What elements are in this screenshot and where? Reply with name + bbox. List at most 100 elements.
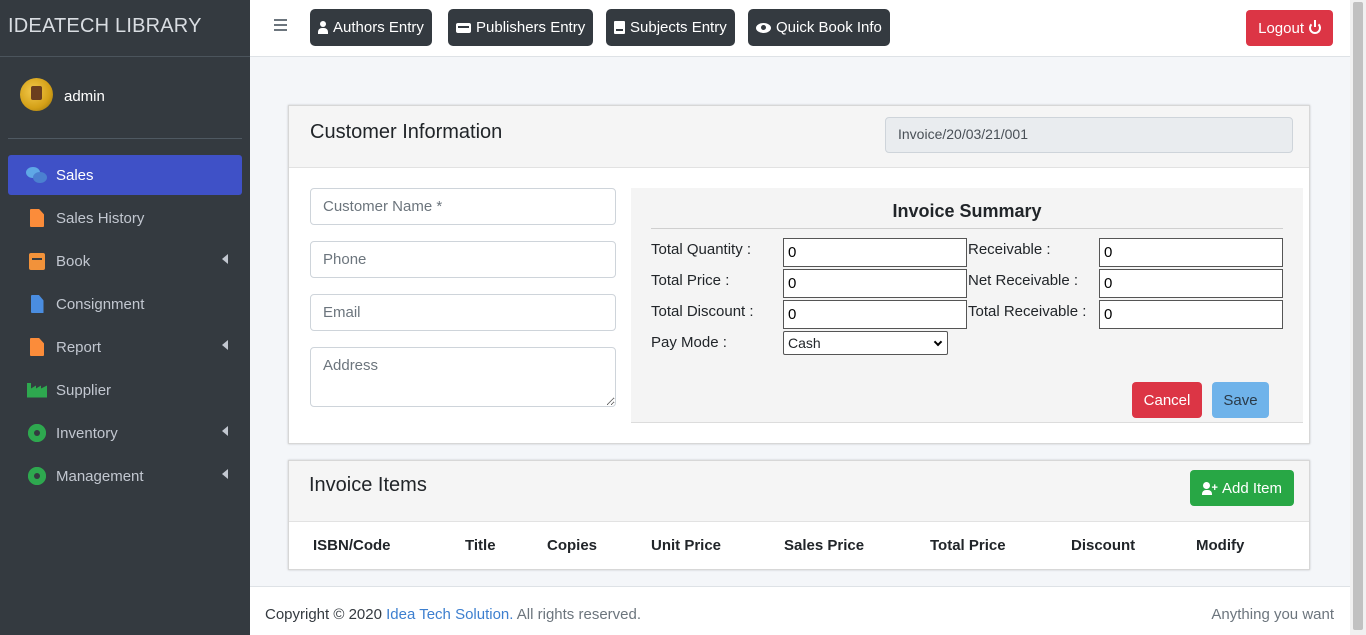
save-button[interactable]: Save xyxy=(1212,382,1269,418)
sidebar-item-label: Management xyxy=(56,467,144,485)
total-price-input[interactable] xyxy=(783,269,967,298)
document-icon xyxy=(26,208,48,228)
user-name[interactable]: admin xyxy=(64,88,105,105)
publishers-entry-label: Publishers Entry xyxy=(476,19,586,36)
sidebar-item-book[interactable]: Book xyxy=(8,241,242,281)
sidebar-item-report[interactable]: Report xyxy=(8,327,242,367)
total-quantity-input[interactable] xyxy=(783,238,967,267)
eye-icon xyxy=(756,22,771,33)
invoice-number-field: Invoice/20/03/21/001 xyxy=(885,117,1293,153)
authors-entry-button[interactable]: Authors Entry xyxy=(310,9,432,46)
menu-icon[interactable] xyxy=(274,19,287,31)
copyright-text: Copyright © 2020 xyxy=(265,606,382,623)
phone-input[interactable] xyxy=(310,241,616,278)
sidebar-nav: Sales Sales History Book Consignment Rep… xyxy=(0,139,250,496)
chevron-left-icon xyxy=(222,426,228,436)
footer-copyright: Copyright © 2020 Idea Tech Solution. All… xyxy=(265,606,641,623)
net-receivable-label: Net Receivable : xyxy=(968,272,1079,289)
customer-info-header: Customer Information Invoice/20/03/21/00… xyxy=(289,106,1309,168)
document-icon xyxy=(26,337,48,357)
invoice-summary-panel: Invoice Summary Total Quantity : Receiva… xyxy=(631,188,1303,423)
sidebar-item-label: Consignment xyxy=(56,295,145,313)
pay-mode-label: Pay Mode : xyxy=(651,334,727,351)
invoice-summary-title: Invoice Summary xyxy=(651,201,1283,229)
sidebar-item-consignment[interactable]: Consignment xyxy=(8,284,242,324)
invoice-items-title: Invoice Items xyxy=(309,474,427,496)
column-header-title: Title xyxy=(465,537,496,554)
rights-text: All rights reserved. xyxy=(513,606,642,623)
brand-title[interactable]: IDEATECH LIBRARY xyxy=(0,0,250,57)
book-icon xyxy=(26,251,48,271)
sidebar-item-management[interactable]: Management xyxy=(8,456,242,496)
sidebar-item-label: Sales History xyxy=(56,209,145,227)
gear-icon xyxy=(26,423,48,443)
top-navbar: Authors Entry Publishers Entry Subjects … xyxy=(250,0,1350,57)
logout-label: Logout xyxy=(1258,19,1304,37)
total-price-label: Total Price : xyxy=(651,272,730,289)
column-header-discount: Discount xyxy=(1071,537,1136,554)
user-plus-icon: + xyxy=(1201,481,1218,495)
chevron-left-icon xyxy=(222,340,228,350)
column-header-copies: Copies xyxy=(547,537,598,554)
chevron-left-icon xyxy=(222,469,228,479)
column-header-total-price: Total Price xyxy=(930,537,1006,554)
sidebar-item-label: Book xyxy=(56,252,91,270)
file-dollar-icon xyxy=(26,294,48,314)
id-card-icon xyxy=(456,22,471,33)
add-item-button[interactable]: + Add Item xyxy=(1189,470,1294,506)
page-scrollbar[interactable] xyxy=(1350,0,1366,635)
invoice-items-header: Invoice Items + Add Item xyxy=(289,461,1309,522)
chevron-left-icon xyxy=(222,254,228,264)
pay-mode-select[interactable]: Cash xyxy=(783,331,948,355)
email-input[interactable] xyxy=(310,294,616,331)
sidebar-item-label: Supplier xyxy=(56,381,112,399)
pay-mode-value: Cash xyxy=(788,335,821,351)
sidebar-item-label: Report xyxy=(56,338,102,356)
gear-icon xyxy=(26,466,48,486)
footer: Copyright © 2020 Idea Tech Solution. All… xyxy=(250,586,1350,635)
column-header-unit-price: Unit Price xyxy=(651,537,722,554)
total-quantity-label: Total Quantity : xyxy=(651,241,752,258)
sidebar-item-supplier[interactable]: Supplier xyxy=(8,370,242,410)
column-header-isbn: ISBN/Code xyxy=(313,537,391,554)
publishers-entry-button[interactable]: Publishers Entry xyxy=(448,9,594,46)
column-header-sales-price: Sales Price xyxy=(784,537,865,554)
total-receivable-label: Total Receivable : xyxy=(968,303,1087,320)
invoice-items-card: Invoice Items + Add Item ISBN/Code Title… xyxy=(288,460,1310,570)
customer-name-input[interactable] xyxy=(310,188,616,225)
total-receivable-input[interactable] xyxy=(1099,300,1283,329)
quick-book-info-label: Quick Book Info xyxy=(776,19,882,36)
avatar xyxy=(20,78,53,111)
receivable-input[interactable] xyxy=(1099,238,1283,267)
sidebar-item-sales-history[interactable]: Sales History xyxy=(8,198,242,238)
sidebar-item-label: Sales xyxy=(56,166,94,184)
customer-info-card: Customer Information Invoice/20/03/21/00… xyxy=(288,105,1310,444)
receivable-label: Receivable : xyxy=(968,241,1051,258)
add-item-label: Add Item xyxy=(1221,479,1282,497)
total-discount-input[interactable] xyxy=(783,300,967,329)
net-receivable-input[interactable] xyxy=(1099,269,1283,298)
logout-button[interactable]: Logout xyxy=(1246,10,1333,46)
company-link[interactable]: Idea Tech Solution. xyxy=(386,606,513,623)
power-icon xyxy=(1309,20,1321,34)
user-icon xyxy=(318,21,328,34)
subjects-entry-label: Subjects Entry xyxy=(630,19,727,36)
sidebar: IDEATECH LIBRARY admin Sales Sales Histo… xyxy=(0,0,250,635)
footer-right-text: Anything you want xyxy=(1211,606,1334,623)
quick-book-info-button[interactable]: Quick Book Info xyxy=(748,9,890,46)
factory-icon xyxy=(26,380,48,400)
book-icon xyxy=(614,21,625,34)
customer-info-title: Customer Information xyxy=(310,121,503,143)
cancel-button[interactable]: Cancel xyxy=(1132,382,1202,418)
subjects-entry-button[interactable]: Subjects Entry xyxy=(606,9,735,46)
authors-entry-label: Authors Entry xyxy=(333,19,424,36)
chevron-down-icon xyxy=(933,337,943,346)
total-discount-label: Total Discount : xyxy=(651,303,754,320)
sidebar-item-label: Inventory xyxy=(56,424,118,442)
address-input[interactable] xyxy=(310,347,616,407)
user-panel: admin xyxy=(8,57,242,139)
sidebar-item-inventory[interactable]: Inventory xyxy=(8,413,242,453)
sidebar-item-sales[interactable]: Sales xyxy=(8,155,242,195)
scrollbar-thumb[interactable] xyxy=(1353,2,1363,630)
column-header-modify: Modify xyxy=(1196,537,1245,554)
